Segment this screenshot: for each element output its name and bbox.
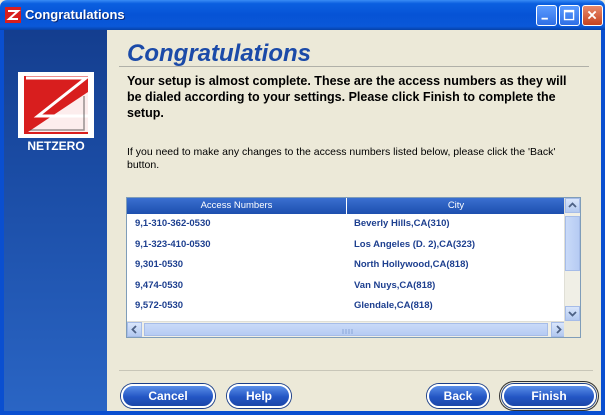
access-number: 9,301-0530	[135, 259, 184, 271]
maximize-icon	[563, 9, 575, 21]
list-row[interactable]: 9,1-310-362-0530 Beverly Hills,CA(310)	[127, 215, 566, 236]
access-numbers-list[interactable]: Access Numbers City 9,1-310-362-0530 Bev…	[126, 197, 581, 338]
scroll-left-button[interactable]	[127, 322, 142, 337]
list-row[interactable]: 9,474-0530 Van Nuys,CA(818)	[127, 277, 566, 298]
footer-divider	[119, 370, 593, 371]
help-button[interactable]: Help	[227, 384, 291, 408]
list-row[interactable]: 9,572-0530 Glendale,CA(818)	[127, 297, 566, 318]
access-number: 9,572-0530	[135, 300, 184, 312]
main-content: Congratulations Your setup is almost com…	[107, 30, 601, 411]
grip-icon	[342, 329, 353, 334]
back-button[interactable]: Back	[427, 384, 489, 408]
city: Beverly Hills,CA(310)	[354, 218, 450, 229]
chevron-down-icon	[568, 311, 577, 317]
back-note-text: If you need to make any changes to the a…	[127, 146, 556, 171]
city: Van Nuys,CA(818)	[354, 279, 436, 291]
list-rows: 9,1-310-362-0530 Beverly Hills,CA(310) 9…	[127, 215, 566, 318]
horizontal-scroll-thumb[interactable]	[144, 323, 548, 336]
cancel-button[interactable]: Cancel	[121, 384, 215, 408]
heading-divider	[119, 66, 589, 67]
horizontal-scrollbar[interactable]	[127, 321, 566, 337]
minimize-icon	[541, 17, 548, 20]
column-header-city[interactable]: City	[347, 198, 566, 214]
scroll-corner	[564, 321, 580, 337]
chevron-up-icon	[568, 202, 577, 208]
minimize-button[interactable]	[536, 5, 557, 26]
scroll-up-button[interactable]	[565, 198, 580, 213]
access-number: 9,1-323-410-0530	[135, 238, 211, 250]
window-title: Congratulations	[25, 7, 125, 22]
access-number: 9,1-310-362-0530	[135, 218, 211, 229]
sidebar: NETZERO	[4, 30, 107, 411]
close-icon	[587, 10, 597, 20]
list-row[interactable]: 9,1-323-410-0530 Los Angeles (D. 2),CA(3…	[127, 236, 566, 257]
close-button[interactable]	[582, 5, 603, 26]
list-header: Access Numbers City	[127, 198, 566, 214]
vertical-scrollbar[interactable]	[564, 198, 580, 321]
city: Los Angeles (D. 2),CA(323)	[354, 238, 476, 250]
intro-text: Your setup is almost complete. These are…	[127, 74, 567, 120]
maximize-button[interactable]	[559, 5, 580, 26]
list-row[interactable]: 9,301-0530 North Hollywood,CA(818)	[127, 256, 566, 277]
page-title: Congratulations	[127, 40, 311, 67]
chevron-left-icon	[131, 325, 137, 334]
logo-text: NETZERO	[27, 139, 85, 153]
column-header-access-numbers[interactable]: Access Numbers	[127, 198, 347, 214]
netzero-z-icon	[5, 7, 21, 23]
city: North Hollywood,CA(818)	[354, 259, 469, 271]
city: Glendale,CA(818)	[354, 300, 433, 312]
scroll-down-button[interactable]	[565, 306, 580, 321]
finish-button[interactable]: Finish	[502, 384, 596, 408]
title-bar[interactable]: Congratulations	[0, 0, 605, 30]
access-number: 9,474-0530	[135, 279, 184, 291]
vertical-scroll-thumb[interactable]	[565, 216, 580, 271]
